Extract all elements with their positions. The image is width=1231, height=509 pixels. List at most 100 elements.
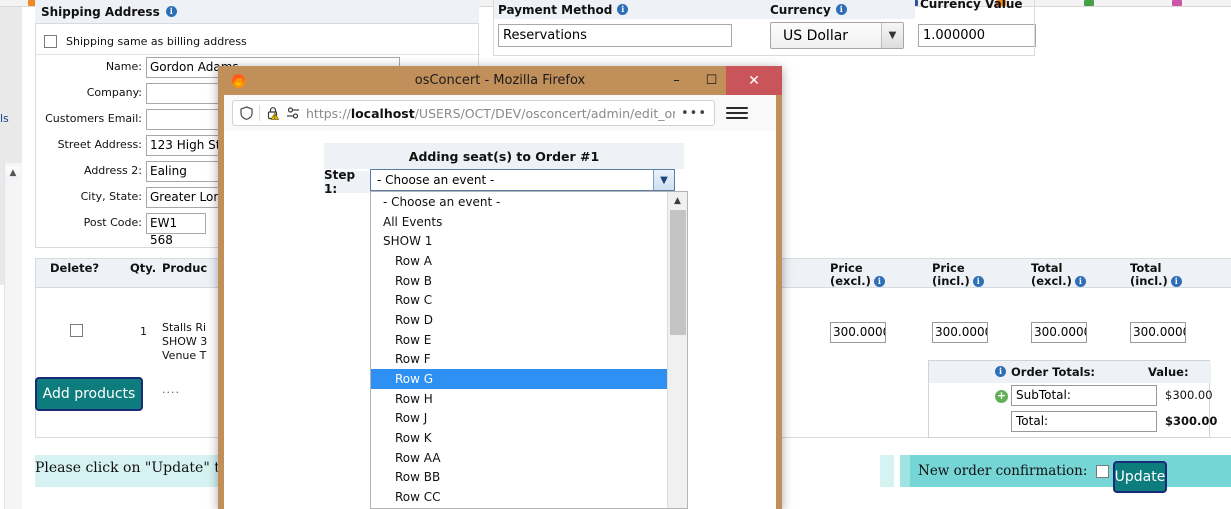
dropdown-option[interactable]: - Choose an event - (371, 192, 668, 212)
popup-page-content: Adding seat(s) to Order #1 Step 1: - Cho… (224, 131, 776, 509)
payment-panel-border (493, 0, 1035, 56)
dropdown-option[interactable]: Row E (371, 330, 668, 350)
url-overflow-icon[interactable]: ••• (681, 106, 707, 121)
dropdown-option[interactable]: Row A (371, 251, 668, 271)
row-total-incl-input[interactable]: 300.0000 (1130, 322, 1186, 343)
dropdown-option[interactable]: Row BB (371, 468, 668, 488)
total-incl-line2: (incl.) (1130, 274, 1168, 288)
event-select-value: - Choose an event - (377, 173, 495, 187)
url-bar[interactable]: https://localhost/USERS/OCT/DEV/osconcer… (232, 100, 715, 126)
info-icon[interactable]: i (995, 366, 1006, 377)
screen-root: ls ▲ Shipping Address i Shipping same as… (0, 0, 1231, 509)
dropdown-option[interactable]: Row C (371, 290, 668, 310)
close-icon[interactable]: ✕ (726, 66, 782, 95)
sidebar-clipped-label: ls (0, 112, 9, 125)
price-incl-line2: (incl.) (932, 274, 970, 288)
dropdown-scrollbar[interactable]: ▲ (667, 192, 687, 508)
event-select[interactable]: - Choose an event - ▼ (370, 169, 675, 191)
scroll-up-arrow-icon[interactable]: ▲ (6, 166, 20, 180)
order-totals-header: i Order Totals: Value: (929, 361, 1211, 383)
dropdown-option[interactable]: SHOW 1 (371, 231, 668, 251)
firefox-popup-window: osConcert - Mozilla Firefox – ☐ ✕ https:… (218, 66, 782, 509)
field-label: Customers Email: (45, 112, 142, 125)
adding-seats-heading: Adding seat(s) to Order #1 (324, 143, 684, 169)
row-price-incl-input[interactable]: 300.0000 (932, 322, 988, 343)
minimize-icon[interactable]: – (662, 66, 691, 95)
plus-icon[interactable]: + (995, 390, 1008, 403)
dropdown-option[interactable]: All Events (371, 212, 668, 232)
scrollbar-thumb[interactable] (670, 210, 686, 335)
dropdown-option[interactable]: Row B (371, 271, 668, 291)
bar-spacer-a (880, 455, 894, 487)
order-totals-row-total: Total: $300.00 (929, 411, 1217, 437)
scroll-up-arrow-icon[interactable]: ▲ (668, 192, 687, 209)
event-dropdown-list[interactable]: - Choose an event - All Events SHOW 1 Row A… (370, 191, 688, 509)
shipping-address-header: Shipping Address i (35, 0, 479, 24)
total-excl-line1: Total (1031, 261, 1063, 275)
dropdown-option[interactable]: Row CC (371, 487, 668, 507)
update-button[interactable]: Update (1113, 461, 1167, 493)
total-incl-line1: Total (1130, 261, 1162, 275)
new-order-confirmation-checkbox[interactable] (1096, 464, 1110, 478)
step1-label: Step 1: (324, 168, 370, 196)
dropdown-option[interactable]: Row H (371, 389, 668, 409)
lock-warning-icon[interactable] (266, 106, 280, 120)
total-excl-line2: (excl.) (1031, 274, 1072, 288)
total-label-input[interactable]: Total: (1011, 411, 1157, 432)
dropdown-option[interactable]: Row F (371, 350, 668, 370)
column-header-price-incl: Price (incl.) i (932, 262, 984, 288)
info-icon[interactable]: i (1074, 276, 1086, 287)
new-order-confirmation-row[interactable]: New order confirmation: (918, 455, 1110, 487)
shipping-same-as-billing-checkbox[interactable] (44, 34, 57, 48)
field-input[interactable]: EW1 568 (146, 213, 206, 247)
column-header-price-excl: Price (excl.) i (830, 262, 885, 288)
info-icon[interactable]: i (873, 276, 885, 287)
row-total-excl-input[interactable]: 300.0000 (1031, 322, 1087, 343)
shipping-same-as-billing-row[interactable]: Shipping same as billing address (44, 32, 247, 50)
new-order-confirmation-label: New order confirmation: (918, 463, 1088, 479)
subtotal-label-input[interactable]: SubTotal: (1011, 385, 1157, 406)
dropdown-option[interactable]: Row D (371, 310, 668, 330)
shield-icon[interactable] (240, 106, 253, 120)
url-path: /USERS/OCT/DEV/osconcert/admin/edit_orde… (414, 105, 675, 121)
row-price-excl-input[interactable]: 300.0000 (830, 322, 886, 343)
dropdown-options[interactable]: - Choose an event - All Events SHOW 1 Row A… (371, 192, 668, 508)
update-instruction-text: Please click on "Update" to s (35, 460, 240, 476)
url-divider (259, 105, 260, 121)
shipping-same-as-billing-label: Shipping same as billing address (66, 34, 247, 48)
field-label: Post Code: (83, 216, 142, 229)
info-icon[interactable]: i (165, 6, 177, 17)
info-icon[interactable]: i (1170, 276, 1182, 287)
info-icon[interactable]: i (972, 276, 984, 287)
dropdown-option[interactable]: Row K (371, 428, 668, 448)
order-totals-box: i Order Totals: Value: + SubTotal: $300.… (928, 360, 1217, 438)
url-prefix: https:// (306, 105, 351, 121)
price-excl-line1: Price (830, 261, 863, 275)
order-totals-row-subtotal: + SubTotal: $300.00 (929, 385, 1213, 411)
permissions-icon[interactable] (286, 106, 300, 120)
price-excl-line2: (excl.) (830, 274, 871, 288)
dropdown-option[interactable]: Row DD (371, 507, 668, 508)
chevron-down-icon[interactable]: ▼ (653, 170, 674, 190)
popup-title-bar[interactable]: osConcert - Mozilla Firefox – ☐ ✕ (218, 66, 782, 95)
total-value: $300.00 (1165, 414, 1218, 428)
add-products-button[interactable]: Add products (35, 377, 143, 411)
subtotal-value: $300.00 (1165, 388, 1213, 402)
toolbar-icon[interactable] (1084, 0, 1094, 6)
dropdown-option[interactable]: Row G (371, 369, 668, 389)
field-label: Company: (86, 86, 142, 99)
field-label: City, State: (80, 190, 142, 203)
menu-icon[interactable] (726, 102, 748, 124)
column-header-total-excl: Total (excl.) i (1031, 262, 1086, 288)
maximize-icon[interactable]: ☐ (697, 66, 726, 95)
url-host: localhost (350, 105, 415, 121)
field-label: Name: (105, 60, 142, 73)
dropdown-option[interactable]: Row J (371, 409, 668, 429)
price-incl-line1: Price (932, 261, 965, 275)
field-label: Address 2: (83, 164, 142, 177)
dropdown-option[interactable]: Row AA (371, 448, 668, 468)
bar-spacer-b (900, 455, 910, 487)
shipping-address-title: Shipping Address (41, 4, 160, 19)
field-label: Street Address: (57, 138, 142, 151)
toolbar-icon[interactable] (1172, 0, 1182, 6)
